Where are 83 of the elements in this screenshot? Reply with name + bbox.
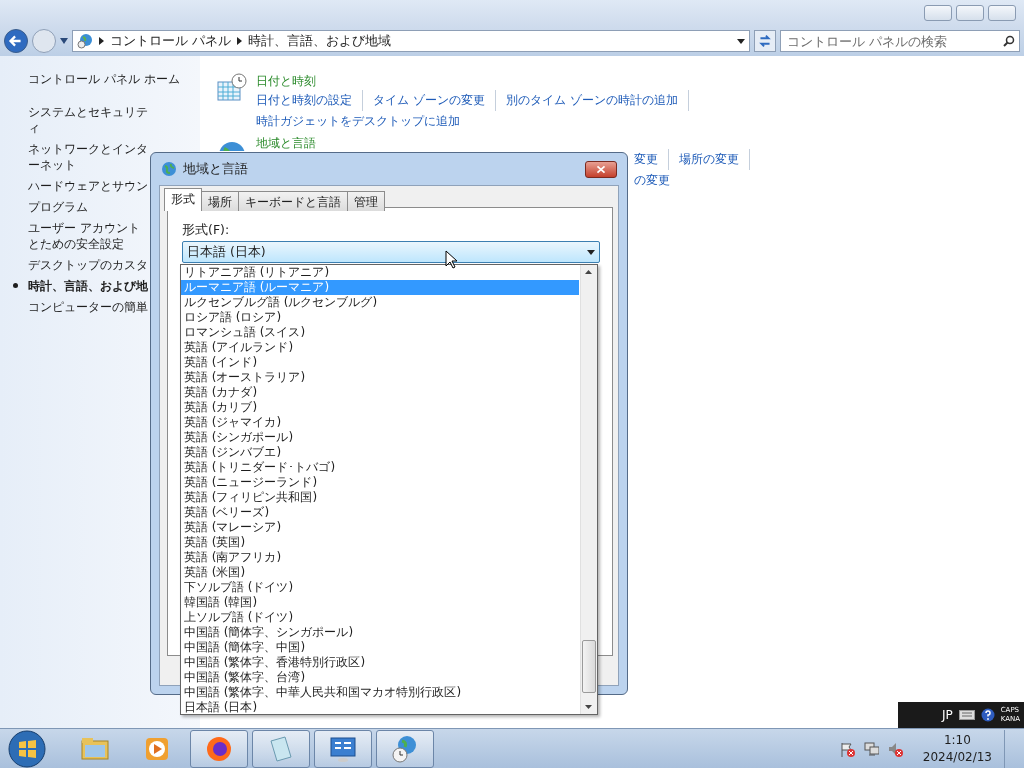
task-link[interactable]: タイム ゾーンの変更 [373, 90, 496, 111]
keyboard-icon[interactable] [958, 710, 975, 720]
dropdown-option[interactable]: 英語 (アイルランド) [181, 340, 579, 355]
task-link[interactable]: の変更 [634, 170, 680, 191]
sidebar-item[interactable]: ネットワークとインターネット [11, 141, 151, 173]
search-icon[interactable] [1003, 35, 1015, 47]
section-heading[interactable]: 日付と時刻 [256, 72, 726, 90]
control-panel-home-link[interactable]: コントロール パネル ホーム [28, 70, 200, 88]
calendar-clock-icon [216, 72, 248, 104]
dropdown-option[interactable]: ロシア語 (ロシア) [181, 310, 579, 325]
dropdown-option[interactable]: ルクセンブルグ語 (ルクセンブルグ) [181, 295, 579, 310]
sidebar-item[interactable]: システムとセキュリティ [11, 104, 151, 136]
help-icon[interactable] [980, 708, 995, 722]
control-panel-icon [77, 33, 93, 49]
task-link[interactable]: 日付と時刻の設定 [256, 90, 363, 111]
dropdown-option[interactable]: 英語 (マレーシア) [181, 520, 579, 535]
chevron-icon[interactable] [237, 37, 242, 45]
scroll-down-icon[interactable] [585, 705, 592, 709]
close-button[interactable] [585, 160, 617, 178]
dropdown-option[interactable]: ロマンシュ語 (スイス) [181, 325, 579, 340]
flag-icon[interactable] [838, 740, 855, 757]
sidebar-item[interactable]: プログラム [11, 199, 151, 215]
start-button[interactable] [8, 729, 46, 768]
tab[interactable]: 形式 [164, 188, 202, 211]
language-indicator[interactable]: JP [941, 706, 953, 724]
dropdown-option[interactable]: 英語 (シンガポール) [181, 430, 579, 445]
dropdown-option[interactable]: 中国語 (簡体字、中国) [181, 640, 579, 655]
dropdown-option[interactable]: 英語 (カリブ) [181, 400, 579, 415]
dropdown-option[interactable]: 英語 (フィリピン共和国) [181, 490, 579, 505]
restore-button[interactable] [956, 5, 984, 21]
clock-date[interactable]: 2024/02/13 [922, 748, 992, 766]
minimize-button[interactable] [924, 5, 952, 21]
dropdown-option[interactable]: 英語 (カナダ) [181, 385, 579, 400]
format-label: 形式(F): [182, 221, 230, 239]
dropdown-option[interactable]: 中国語 (繁体字、台湾) [181, 670, 579, 685]
breadcrumb-item[interactable]: 時計、言語、および地域 [248, 31, 391, 51]
sidebar-item[interactable]: 時計、言語、および地 [11, 278, 151, 294]
network-icon[interactable] [862, 740, 879, 757]
sidebar-item[interactable]: ユーザー アカウントとための安全設定 [11, 220, 151, 252]
chevron-icon[interactable] [99, 37, 104, 45]
dropdown-option[interactable]: 下ソルブ語 (ドイツ) [181, 580, 579, 595]
dropdown-option[interactable]: 英語 (ニュージーランド) [181, 475, 579, 490]
sidebar-item[interactable]: デスクトップのカスタ [11, 257, 151, 273]
globe-icon [161, 161, 177, 177]
search-field[interactable]: コントロール パネルの検索 [780, 30, 1020, 52]
dropdown-option[interactable]: 中国語 (繁体字、香港特別行政区) [181, 655, 579, 670]
dropdown-option[interactable]: 英語 (ジャマイカ) [181, 415, 579, 430]
tab[interactable]: 管理 [347, 191, 385, 211]
section-heading[interactable]: 地域と言語 [256, 134, 784, 152]
clock-time[interactable]: 1:10 [922, 731, 992, 749]
dialog-title: 地域と言語 [183, 160, 248, 179]
task-link[interactable]: 別のタイム ゾーンの時計の追加 [505, 90, 689, 111]
sidebar-item[interactable]: ハードウェアとサウン [11, 178, 151, 194]
dropdown-option[interactable]: リトアニア語 (リトアニア) [181, 265, 579, 280]
dropdown-option[interactable]: 中国語 (繁体字、中華人民共和国マカオ特別行政区) [181, 685, 579, 700]
task-link[interactable]: 時計ガジェットをデスクトップに追加 [256, 111, 470, 132]
scrollbar[interactable] [580, 265, 597, 714]
back-icon[interactable] [4, 29, 28, 53]
dropdown-icon[interactable] [737, 38, 745, 44]
dropdown-option[interactable]: 韓国語 (韓国) [181, 595, 579, 610]
dropdown-option[interactable]: 英語 (オーストラリア) [181, 370, 579, 385]
dropdown-option[interactable]: 日本語 (日本) [181, 700, 579, 715]
tab[interactable]: 場所 [201, 191, 239, 211]
sidebar-item[interactable]: コンピューターの簡単 [11, 299, 151, 315]
caret-icon[interactable] [587, 249, 595, 255]
format-dropdown[interactable]: 日本語 (日本) [182, 241, 600, 263]
dropdown-option[interactable]: 中国語 (簡体字、シンガポール) [181, 625, 579, 640]
task-link[interactable]: 変更 [634, 149, 669, 170]
tab[interactable]: キーボードと言語 [238, 191, 348, 211]
scrollbar-thumb[interactable] [582, 640, 596, 693]
task-link[interactable]: 場所の変更 [679, 149, 750, 170]
dropdown-option[interactable]: 英語 (トリニダード･トバゴ) [181, 460, 579, 475]
dropdown-option[interactable]: 英語 (ベリーズ) [181, 505, 579, 520]
dropdown-option[interactable]: 上ソルブ語 (ドイツ) [181, 610, 579, 625]
dropdown-option[interactable]: 英語 (インド) [181, 355, 579, 370]
refresh-icon[interactable] [754, 30, 776, 52]
dropdown-option[interactable]: 英語 (ジンバブエ) [181, 445, 579, 460]
dropdown-option[interactable]: 英語 (英国) [181, 535, 579, 550]
dropdown-option[interactable]: 英語 (南アフリカ) [181, 550, 579, 565]
scroll-up-icon[interactable] [585, 270, 592, 274]
breadcrumb-item[interactable]: コントロール パネル [110, 31, 231, 51]
dropdown-option[interactable]: 英語 (米国) [181, 565, 579, 580]
dropdown-icon[interactable] [60, 38, 68, 44]
